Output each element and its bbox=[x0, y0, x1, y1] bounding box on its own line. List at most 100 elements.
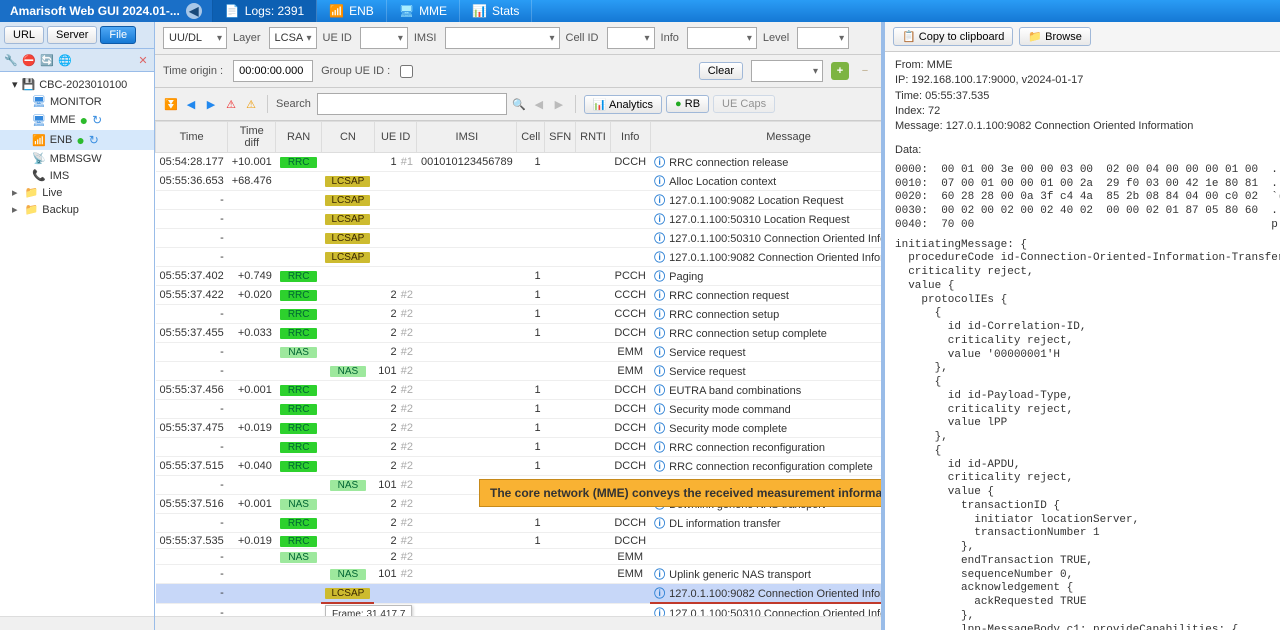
search-next-icon[interactable]: ▶ bbox=[551, 96, 567, 112]
log-row[interactable]: -NAS101 #2EMMⓘService request bbox=[156, 362, 882, 381]
info-combo[interactable] bbox=[687, 27, 757, 49]
time-origin-input[interactable] bbox=[233, 60, 313, 82]
log-row[interactable]: -LCSAPⓘ127.0.1.100:50310 Location Reques… bbox=[156, 210, 882, 229]
col-message[interactable]: Message bbox=[650, 122, 881, 153]
col-time-diff[interactable]: Time diff bbox=[228, 122, 276, 153]
back-icon[interactable]: ◀ bbox=[186, 3, 202, 19]
warn-icon[interactable]: ⚠ bbox=[223, 96, 239, 112]
tree-enb[interactable]: 📶ENB●↻ bbox=[0, 130, 154, 150]
app-title: Amarisoft Web GUI 2024.01-... ◀ bbox=[0, 0, 213, 22]
tree-root[interactable]: ▾ 💾 CBC-2023010100 bbox=[0, 76, 154, 93]
tab-stats[interactable]: 📊 Stats bbox=[460, 0, 532, 22]
level-label: Level bbox=[763, 32, 791, 44]
log-row[interactable]: -LCSAPⓘ127.0.1.100:50310 Connection Orie… bbox=[156, 603, 882, 616]
log-row[interactable]: -NAS2 #2EMMⓘService request bbox=[156, 343, 882, 362]
add-button[interactable]: + bbox=[831, 62, 849, 80]
alert-icon[interactable]: ⚠ bbox=[243, 96, 259, 112]
search-input[interactable] bbox=[317, 93, 507, 115]
log-row[interactable]: -RRC2 #21CCCHⓘRRC connection setup bbox=[156, 305, 882, 324]
log-row[interactable]: 05:55:37.402+0.749RRC1PCCHⓘPaging bbox=[156, 267, 882, 286]
folder-icon: 📁 bbox=[25, 186, 39, 199]
phone-icon: 📞 bbox=[32, 169, 46, 182]
log-row[interactable]: -NAS2 #2EMM bbox=[156, 549, 882, 565]
ueid-combo[interactable] bbox=[360, 27, 408, 49]
log-row[interactable]: -RRC2 #21DCCHⓘRRC connection reconfigura… bbox=[156, 438, 882, 457]
uudl-combo[interactable]: UU/DL bbox=[163, 27, 227, 49]
status-dot-icon: ● bbox=[76, 132, 84, 148]
tree-live[interactable]: 📁Live bbox=[0, 184, 154, 201]
rb-button[interactable]: ● RB bbox=[666, 95, 709, 113]
browse-button[interactable]: 📁 Browse bbox=[1019, 27, 1090, 46]
log-row[interactable]: -LCSAPⓘ127.0.1.100:9082 Connection Orien… bbox=[156, 584, 882, 604]
col-sfn[interactable]: SFN bbox=[545, 122, 576, 153]
log-row[interactable]: 05:54:28.177+10.001RRC1 #100101012345678… bbox=[156, 153, 882, 172]
col-cn[interactable]: CN bbox=[321, 122, 374, 153]
server-icon: 🖥 bbox=[399, 4, 414, 18]
prev-icon[interactable]: ◀ bbox=[183, 96, 199, 112]
search-icon[interactable]: 🔍 bbox=[511, 96, 527, 112]
refresh-small-icon: ↻ bbox=[92, 113, 102, 127]
log-row[interactable]: -RRC2 #21DCCHⓘSecurity mode command bbox=[156, 400, 882, 419]
tab-mme[interactable]: 🖥 MME bbox=[387, 0, 460, 22]
close-icon[interactable]: ✕ bbox=[135, 52, 151, 68]
tree-label: MONITOR bbox=[50, 96, 102, 108]
log-row[interactable]: -NAS101 #2EMMⓘUplink generic NAS transpo… bbox=[156, 565, 882, 584]
col-cell[interactable]: Cell bbox=[517, 122, 545, 153]
col-imsi[interactable]: IMSI bbox=[417, 122, 517, 153]
globe-icon[interactable]: 🌐 bbox=[57, 52, 73, 68]
tree-mbmsgw[interactable]: 📡MBMSGW bbox=[0, 150, 154, 167]
wand-icon[interactable]: 🔧 bbox=[3, 52, 19, 68]
refresh-icon[interactable]: 🔄 bbox=[39, 52, 55, 68]
group-ueid-checkbox[interactable] bbox=[400, 65, 413, 78]
cellid-combo[interactable] bbox=[607, 27, 655, 49]
tree-mme[interactable]: 🖥MME●↻ bbox=[0, 110, 154, 130]
search-prev-icon[interactable]: ◀ bbox=[531, 96, 547, 112]
tab-logs[interactable]: 📄 Logs: 2391 bbox=[213, 0, 317, 22]
col-ran[interactable]: RAN bbox=[276, 122, 322, 153]
col-rnti[interactable]: RNTI bbox=[576, 122, 611, 153]
tree-backup[interactable]: 📁Backup bbox=[0, 201, 154, 218]
h-scrollbar[interactable] bbox=[0, 616, 154, 630]
url-button[interactable]: URL bbox=[4, 26, 44, 44]
tab-enb[interactable]: 📶 ENB bbox=[317, 0, 387, 22]
log-grid[interactable]: TimeTime diffRANCNUE IDIMSICellSFNRNTIIn… bbox=[155, 121, 881, 616]
clear-button[interactable]: Clear bbox=[699, 62, 743, 80]
level-combo[interactable] bbox=[797, 27, 849, 49]
layer-combo[interactable]: LCSA bbox=[269, 27, 317, 49]
next-icon[interactable]: ▶ bbox=[203, 96, 219, 112]
log-row[interactable]: -LCSAPⓘ127.0.1.100:9082 Connection Orien… bbox=[156, 248, 882, 267]
refresh-small-icon: ↻ bbox=[89, 133, 99, 147]
log-row[interactable]: 05:55:36.653+68.476LCSAPⓘAlloc Location … bbox=[156, 172, 882, 191]
detail-ip: IP: 192.168.100.17:9000, v2024-01-17 bbox=[895, 73, 1270, 87]
log-row[interactable]: 05:55:37.475+0.019RRC2 #21DCCHⓘSecurity … bbox=[156, 419, 882, 438]
tab-label: MME bbox=[419, 4, 447, 18]
tab-label: Stats bbox=[492, 4, 519, 18]
down-all-icon[interactable]: ⏬ bbox=[163, 96, 179, 112]
clear-combo[interactable] bbox=[751, 60, 823, 82]
tree-label: MBMSGW bbox=[50, 153, 102, 165]
minus-icon[interactable]: − bbox=[857, 63, 873, 79]
col-ue-id[interactable]: UE ID bbox=[374, 122, 417, 153]
analytics-button[interactable]: 📊 Analytics bbox=[584, 95, 662, 114]
col-info[interactable]: Info bbox=[610, 122, 650, 153]
log-row[interactable]: 05:55:37.515+0.040RRC2 #21DCCHⓘRRC conne… bbox=[156, 457, 882, 476]
tree-label: IMS bbox=[50, 170, 70, 182]
imsi-combo[interactable] bbox=[445, 27, 560, 49]
h-scrollbar[interactable] bbox=[155, 616, 881, 630]
server-button[interactable]: Server bbox=[47, 26, 97, 44]
tree-ims[interactable]: 📞 IMS bbox=[0, 167, 154, 184]
log-row[interactable]: 05:55:37.535+0.019RRC2 #21DCCH bbox=[156, 533, 882, 549]
log-row[interactable]: 05:55:37.456+0.001RRC2 #21DCCHⓘEUTRA ban… bbox=[156, 381, 882, 400]
log-row[interactable]: -LCSAPⓘ127.0.1.100:9082 Location Request bbox=[156, 191, 882, 210]
log-row[interactable]: 05:55:37.422+0.020RRC2 #21CCCHⓘRRC conne… bbox=[156, 286, 882, 305]
file-button[interactable]: File bbox=[100, 26, 136, 44]
origin-toolbar: Time origin : Group UE ID : Clear + − bbox=[155, 55, 881, 88]
stop-icon[interactable]: ⛔ bbox=[21, 52, 37, 68]
log-row[interactable]: -LCSAPⓘ127.0.1.100:50310 Connection Orie… bbox=[156, 229, 882, 248]
log-row[interactable]: -RRC2 #21DCCHⓘDL information transfer bbox=[156, 514, 882, 533]
log-row[interactable]: 05:55:37.455+0.033RRC2 #21DCCHⓘRRC conne… bbox=[156, 324, 882, 343]
tree-monitor[interactable]: 🖥MONITOR bbox=[0, 93, 154, 110]
annotation-callout: The core network (MME) conveys the recei… bbox=[479, 479, 881, 507]
copy-button[interactable]: 📋 Copy to clipboard bbox=[893, 27, 1013, 46]
col-time[interactable]: Time bbox=[156, 122, 228, 153]
